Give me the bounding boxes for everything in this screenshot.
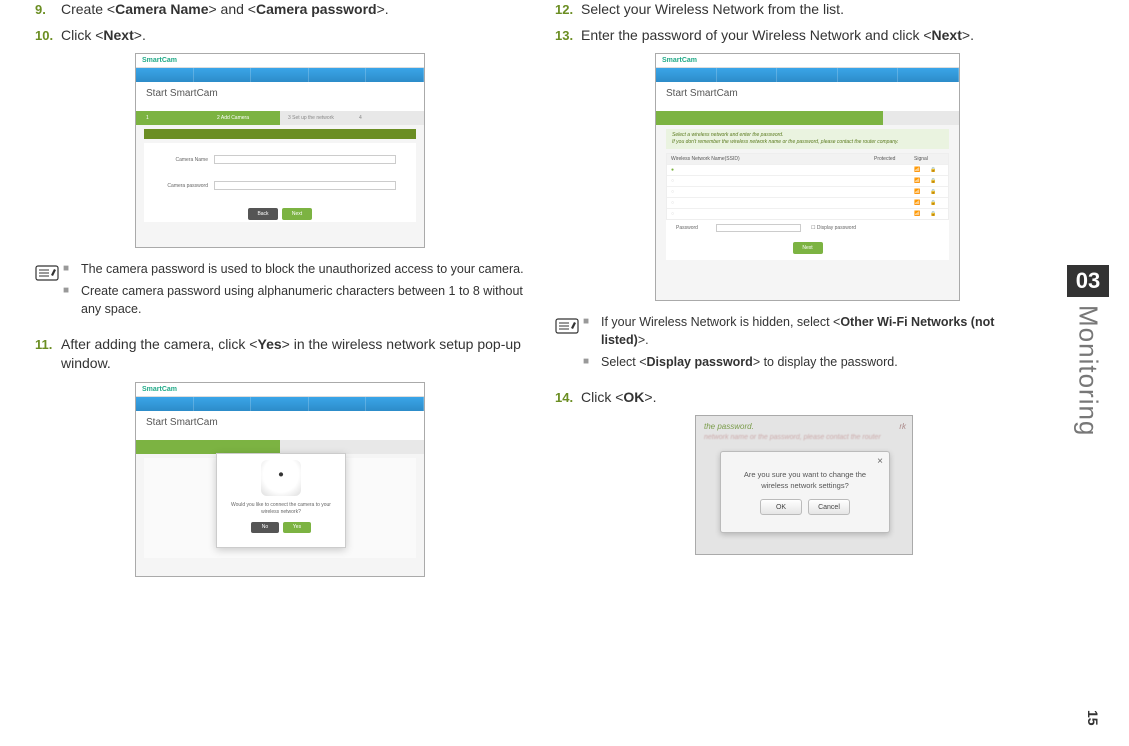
bullet-icon: ■ [63,282,81,318]
step-14: 14. Click <OK>. [555,388,1045,408]
note-item: ■ If your Wireless Network is hidden, se… [583,313,1045,349]
progress-bar [656,111,959,125]
progress-bar: 1 2 Add Camera 3 Set up the network 4 [136,111,424,125]
step-number: 10. [35,26,61,43]
step-number: 9. [35,0,61,17]
step-number: 13. [555,26,581,43]
step-text: Create <Camera Name> and <Camera passwor… [61,0,389,20]
screenshot-add-camera-form: SmartCam Start SmartCam 1 2 Add Camera 3… [135,53,425,248]
bullet-icon: ■ [583,353,601,371]
note-icon [555,313,583,340]
screenshot-yes-popup: SmartCam Start SmartCam Would you like t… [135,382,425,577]
network-row[interactable]: ○ 📶🔒 [667,197,948,208]
next-button[interactable]: Next [282,208,312,220]
note-block: ■ If your Wireless Network is hidden, se… [555,313,1045,375]
network-row[interactable]: ● 📶🔒 [667,164,948,175]
chapter-sidebar: 03 Monitoring [1067,265,1109,436]
chapter-number: 03 [1067,265,1109,297]
back-button[interactable]: Back [248,208,278,220]
step-text: Click <OK>. [581,388,656,408]
step-text: After adding the camera, click <Yes> in … [61,335,525,374]
note-item: ■ Select <Display password> to display t… [583,353,1045,371]
network-row[interactable]: ○ 📶🔒 [667,175,948,186]
step-number: 14. [555,388,581,405]
note-item: ■ The camera password is used to block t… [63,260,525,278]
logo: SmartCam [142,57,177,64]
logo: SmartCam [142,386,177,393]
network-row[interactable]: ○ 📶🔒 [667,208,948,219]
mini-title: Start SmartCam [656,82,959,101]
step-text: Enter the password of your Wireless Netw… [581,26,974,46]
step-text: Select your Wireless Network from the li… [581,0,844,20]
step-12: 12. Select your Wireless Network from th… [555,0,1045,20]
note-item: ■ Create camera password using alphanume… [63,282,525,318]
yes-button[interactable]: Yes [283,522,311,533]
step-number: 12. [555,0,581,17]
step-9: 9. Create <Camera Name> and <Camera pass… [35,0,525,20]
step-number: 11. [35,335,61,352]
confirm-popup: Would you like to connect the camera to … [216,453,346,548]
close-icon[interactable]: × [877,456,883,467]
step-text: Click <Next>. [61,26,146,46]
step-10: 10. Click <Next>. [35,26,525,46]
confirm-dialog: × Are you sure you want to change the wi… [720,451,890,533]
dialog-message: Are you sure you want to change the wire… [721,452,889,499]
progress-bar [136,440,424,454]
bullet-icon: ■ [63,260,81,278]
network-table: Wireless Network Name(SSID)ProtectedSign… [666,153,949,220]
step-11: 11. After adding the camera, click <Yes>… [35,335,525,374]
next-button[interactable]: Next [793,242,823,254]
no-button[interactable]: No [251,522,279,533]
screenshot-confirm-dialog: the password. network name or the passwo… [695,415,913,555]
step-13: 13. Enter the password of your Wireless … [555,26,1045,46]
network-row[interactable]: ○ 📶🔒 [667,186,948,197]
chapter-title: Monitoring [1073,305,1104,436]
bullet-icon: ■ [583,313,601,349]
mini-title: Start SmartCam [136,82,424,101]
cancel-button[interactable]: Cancel [808,499,850,515]
ok-button[interactable]: OK [760,499,802,515]
note-icon [35,260,63,287]
page-number: 15 [1085,710,1101,726]
mini-title: Start SmartCam [136,411,424,430]
screenshot-network-list: SmartCam Start SmartCam Select a wireles… [655,53,960,301]
camera-icon [261,460,301,496]
logo: SmartCam [662,57,697,64]
note-block: ■ The camera password is used to block t… [35,260,525,322]
